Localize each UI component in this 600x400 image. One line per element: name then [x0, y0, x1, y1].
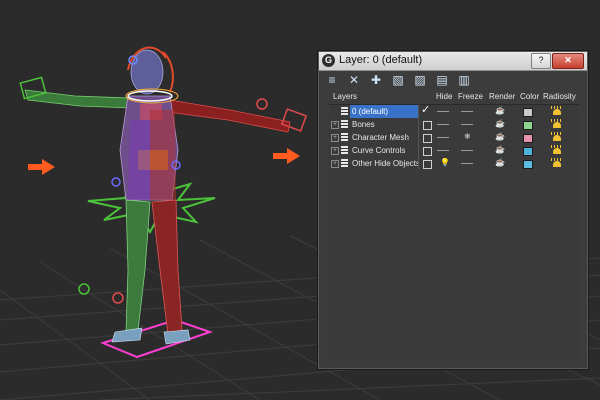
expand-toggle[interactable]: + [331, 121, 339, 129]
header-radiosity[interactable]: Radiosity [543, 92, 576, 101]
layer-row[interactable]: + Character Mesh ❄ ☕ [329, 131, 579, 144]
delete-icon[interactable]: ✕ [346, 72, 362, 88]
layer-icon [341, 146, 348, 155]
left-arm [24, 89, 133, 109]
hide-toggle[interactable] [437, 124, 449, 125]
layer-row[interactable]: + Other Hide Objects 💡 ☕ [329, 157, 579, 170]
layer-icon [341, 159, 348, 168]
render-teapot-icon[interactable]: ☕ [495, 145, 505, 154]
layer-color-swatch[interactable] [523, 134, 533, 143]
column-headers: Layers Hide Freeze Render Color Radiosit… [329, 90, 579, 105]
layer-icon [341, 107, 348, 116]
radiosity-sun-icon[interactable] [551, 106, 563, 116]
radiosity-sun-icon[interactable] [551, 119, 563, 129]
layer-list: Layers Hide Freeze Render Color Radiosit… [329, 90, 579, 360]
header-hide[interactable]: Hide [436, 92, 452, 101]
freeze-toggle[interactable] [461, 111, 473, 112]
layer-row[interactable]: 0 (default) ✓ ☕ [329, 103, 579, 118]
new-layer-icon[interactable]: ≡ [324, 72, 340, 88]
right-leg [151, 199, 183, 335]
layer-icon [341, 120, 348, 129]
app-logo-icon: G [322, 54, 335, 67]
knee-control [78, 283, 90, 295]
layer-name[interactable]: Character Mesh [350, 131, 418, 144]
right-arm [167, 99, 291, 133]
hide-checkbox[interactable] [423, 134, 432, 143]
radiosity-sun-icon[interactable] [551, 145, 563, 155]
header-layers[interactable]: Layers [333, 92, 357, 101]
left-leg [125, 199, 151, 333]
render-teapot-icon[interactable]: ☕ [495, 106, 505, 115]
layer-color-swatch[interactable] [523, 147, 533, 156]
active-layer-check-icon[interactable]: ✓ [421, 103, 430, 116]
expand-toggle[interactable]: + [331, 160, 339, 168]
hide-all-icon[interactable]: ▤ [434, 72, 450, 88]
freeze-toggle[interactable] [461, 163, 473, 164]
render-teapot-icon[interactable]: ☕ [495, 132, 505, 141]
header-render[interactable]: Render [489, 92, 515, 101]
radiosity-sun-icon[interactable] [551, 132, 563, 142]
layer-row[interactable]: + Bones ☕ [329, 118, 579, 131]
header-freeze[interactable]: Freeze [458, 92, 483, 101]
hide-checkbox[interactable] [423, 121, 432, 130]
layer-color-swatch[interactable] [523, 108, 533, 117]
layer-name[interactable]: Other Hide Objects [350, 157, 418, 170]
freeze-toggle[interactable] [461, 124, 473, 125]
freeze-snowflake-icon[interactable]: ❄ [464, 132, 471, 141]
close-button[interactable]: ✕ [552, 53, 584, 69]
layer-icon [341, 133, 348, 142]
render-teapot-icon[interactable]: ☕ [495, 158, 505, 167]
hide-lightbulb-icon[interactable]: 💡 [440, 158, 450, 167]
layer-color-swatch[interactable] [523, 160, 533, 169]
radiosity-sun-icon[interactable] [551, 158, 563, 168]
layer-color-swatch[interactable] [523, 121, 533, 130]
hide-checkbox[interactable] [423, 147, 432, 156]
header-color[interactable]: Color [520, 92, 539, 101]
layer-name[interactable]: 0 (default) [350, 105, 418, 118]
window-title: Layer: 0 (default) [339, 54, 423, 66]
add-icon[interactable]: ✚ [368, 72, 384, 88]
hide-checkbox[interactable] [423, 160, 432, 169]
help-button[interactable]: ? [531, 53, 551, 69]
hide-toggle[interactable] [437, 150, 449, 151]
layer-manager-dialog[interactable]: G Layer: 0 (default) ? ✕ ≡ ✕ ✚ ▧ ▨ ▤ ▥ L… [317, 50, 589, 370]
hide-toggle[interactable] [437, 137, 449, 138]
hide-toggle[interactable] [437, 111, 449, 112]
render-teapot-icon[interactable]: ☕ [495, 119, 505, 128]
layer-name[interactable]: Bones [350, 118, 418, 131]
freeze-toggle[interactable] [461, 150, 473, 151]
expand-toggle[interactable]: + [331, 134, 339, 142]
freeze-all-icon[interactable]: ▥ [456, 72, 472, 88]
highlight-icon[interactable]: ▨ [412, 72, 428, 88]
select-objects-icon[interactable]: ▧ [390, 72, 406, 88]
layer-name[interactable]: Curve Controls [350, 144, 418, 157]
expand-toggle[interactable]: + [331, 147, 339, 155]
layer-toolbar: ≡ ✕ ✚ ▧ ▨ ▤ ▥ [324, 72, 484, 90]
layer-row[interactable]: + Curve Controls ☕ [329, 144, 579, 157]
title-bar[interactable]: G Layer: 0 (default) ? ✕ [319, 52, 587, 71]
